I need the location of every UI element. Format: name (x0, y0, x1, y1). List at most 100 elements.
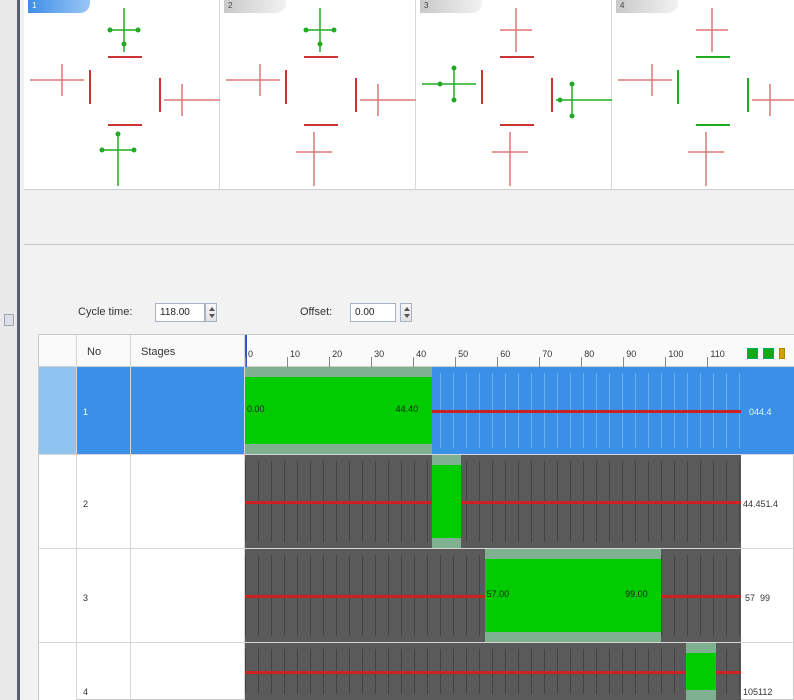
ruler-tick (623, 357, 625, 367)
ruler-tick-label: 70 (542, 349, 553, 359)
red-interval-line (661, 595, 741, 598)
row-summary-text: 044.4 (749, 407, 772, 417)
red-interval-line (715, 671, 741, 674)
signal-plan-editor: 1 2 3 4 Cycle time: 118.00 Offset: 0.00 … (0, 0, 794, 700)
ruler-tick (581, 357, 583, 367)
row-number-text: 4 (83, 687, 89, 697)
cycle-time-spinner[interactable] (205, 303, 217, 322)
row-summary-text: 57 99 (745, 593, 771, 603)
row-number-text: 1 (83, 407, 89, 417)
ruler-tick (413, 357, 415, 367)
row-summary-text: 105112 (743, 687, 773, 697)
green-end-label: 99.00 (625, 589, 648, 599)
ruler-tick-label: 100 (668, 349, 684, 359)
ruler-tick-label: 30 (374, 349, 385, 359)
green-legend-icon (763, 348, 774, 359)
header-stages[interactable]: Stages (131, 335, 245, 367)
red-interval-line (245, 595, 485, 598)
offset-label: Offset: (300, 306, 333, 318)
stage-diagram-3[interactable]: 3 (416, 0, 612, 190)
row-selector[interactable] (39, 455, 77, 548)
table-row[interactable]: 3 57.00 99.00 57 99 (39, 549, 794, 643)
stage-diagram-2[interactable]: 2 (220, 0, 416, 190)
red-interval-line (461, 501, 741, 504)
ruler-tick-label: 80 (584, 349, 595, 359)
spin-up-icon[interactable] (209, 307, 215, 311)
splitter-grip-icon[interactable] (4, 314, 14, 326)
signal-timeline[interactable]: 0.00 44.40 (245, 367, 741, 454)
intersection-diagram-2 (226, 8, 416, 186)
signal-timeline[interactable] (245, 643, 741, 700)
ruler-tick (455, 357, 457, 367)
middle-panel (24, 190, 794, 245)
row-summary: 57 99 (741, 549, 794, 642)
ruler-tick-label: 60 (500, 349, 511, 359)
ruler-tick-label: 40 (416, 349, 427, 359)
row-number-text: 2 (83, 499, 89, 509)
intersection-diagram-3 (422, 8, 612, 186)
ruler-tick-label: 20 (332, 349, 343, 359)
intersection-diagram-4 (618, 8, 794, 186)
row-summary: 044.4 (741, 367, 794, 454)
signal-timeline[interactable]: 57.00 99.00 (245, 549, 741, 642)
row-stages[interactable] (131, 643, 245, 700)
row-stages[interactable] (131, 367, 245, 454)
row-stages[interactable] (131, 549, 245, 642)
ruler-tick (665, 357, 667, 367)
signal-group-grid: No Stages 0 10 20 30 40 50 60 70 80 90 100 110 1 0.… (38, 334, 794, 700)
row-selector[interactable] (39, 367, 77, 454)
signal-timeline[interactable] (245, 455, 741, 548)
header-no[interactable]: No (77, 335, 131, 367)
ruler-tick (329, 357, 331, 367)
row-summary: 105112 (741, 643, 794, 700)
red-interval-line (245, 501, 432, 504)
green-start-label: 57.00 (486, 589, 510, 599)
row-stages[interactable] (131, 455, 245, 548)
cycle-time-input[interactable]: 118.00 (155, 303, 205, 322)
row-summary: 44.451.4 (741, 455, 794, 548)
red-interval-line (431, 410, 741, 413)
offset-input[interactable]: 0.00 (350, 303, 396, 322)
ruler-tick-label: 90 (626, 349, 637, 359)
ruler-tick-label: 110 (710, 349, 725, 359)
stage-diagram-1[interactable]: 1 (24, 0, 220, 190)
green-interval[interactable] (686, 653, 716, 690)
header-select-column[interactable] (39, 335, 77, 367)
spin-up-icon[interactable] (404, 307, 410, 311)
row-summary-text: 44.451.4 (743, 499, 779, 509)
table-row[interactable]: 2 44.451.4 (39, 455, 794, 549)
table-row[interactable]: 4 105112 (39, 643, 794, 700)
green-legend-icon (747, 348, 758, 359)
row-number: 4 (77, 643, 131, 700)
intersection-diagram-1 (30, 8, 220, 186)
stage-diagram-strip: 1 2 3 4 (24, 0, 794, 190)
ruler-tick-label: 50 (458, 349, 469, 359)
green-interval[interactable] (431, 465, 462, 538)
table-row[interactable]: 1 0.00 44.40 044.4 (39, 367, 794, 455)
stage-diagram-4[interactable]: 4 (612, 0, 794, 190)
row-selector[interactable] (39, 549, 77, 642)
offset-spinner[interactable] (400, 303, 412, 322)
green-end-label: 44.40 (395, 404, 419, 414)
ruler-tick (539, 357, 541, 367)
ruler-tick-label: 0 (248, 349, 254, 359)
spin-down-icon[interactable] (404, 314, 410, 318)
left-splitter[interactable] (0, 0, 20, 700)
cycle-time-label: Cycle time: (78, 306, 133, 318)
grid-header: No Stages 0 10 20 30 40 50 60 70 80 90 100 110 (39, 335, 794, 367)
row-selector[interactable] (39, 643, 77, 700)
row-number-text: 3 (83, 593, 89, 603)
green-start-label: 0.00 (247, 404, 265, 414)
row-number: 3 (77, 549, 131, 642)
ruler-tick (245, 357, 246, 367)
ruler-tick (371, 357, 373, 367)
ruler-tick-label: 10 (290, 349, 301, 359)
amber-legend-icon (779, 348, 785, 359)
row-number: 1 (77, 367, 131, 454)
row-number: 2 (77, 455, 131, 548)
time-ruler: 0 10 20 30 40 50 60 70 80 90 100 110 (245, 335, 741, 367)
ruler-tick (707, 357, 709, 367)
ruler-tick (287, 357, 289, 367)
spin-down-icon[interactable] (209, 314, 215, 318)
red-interval-line (245, 671, 687, 674)
